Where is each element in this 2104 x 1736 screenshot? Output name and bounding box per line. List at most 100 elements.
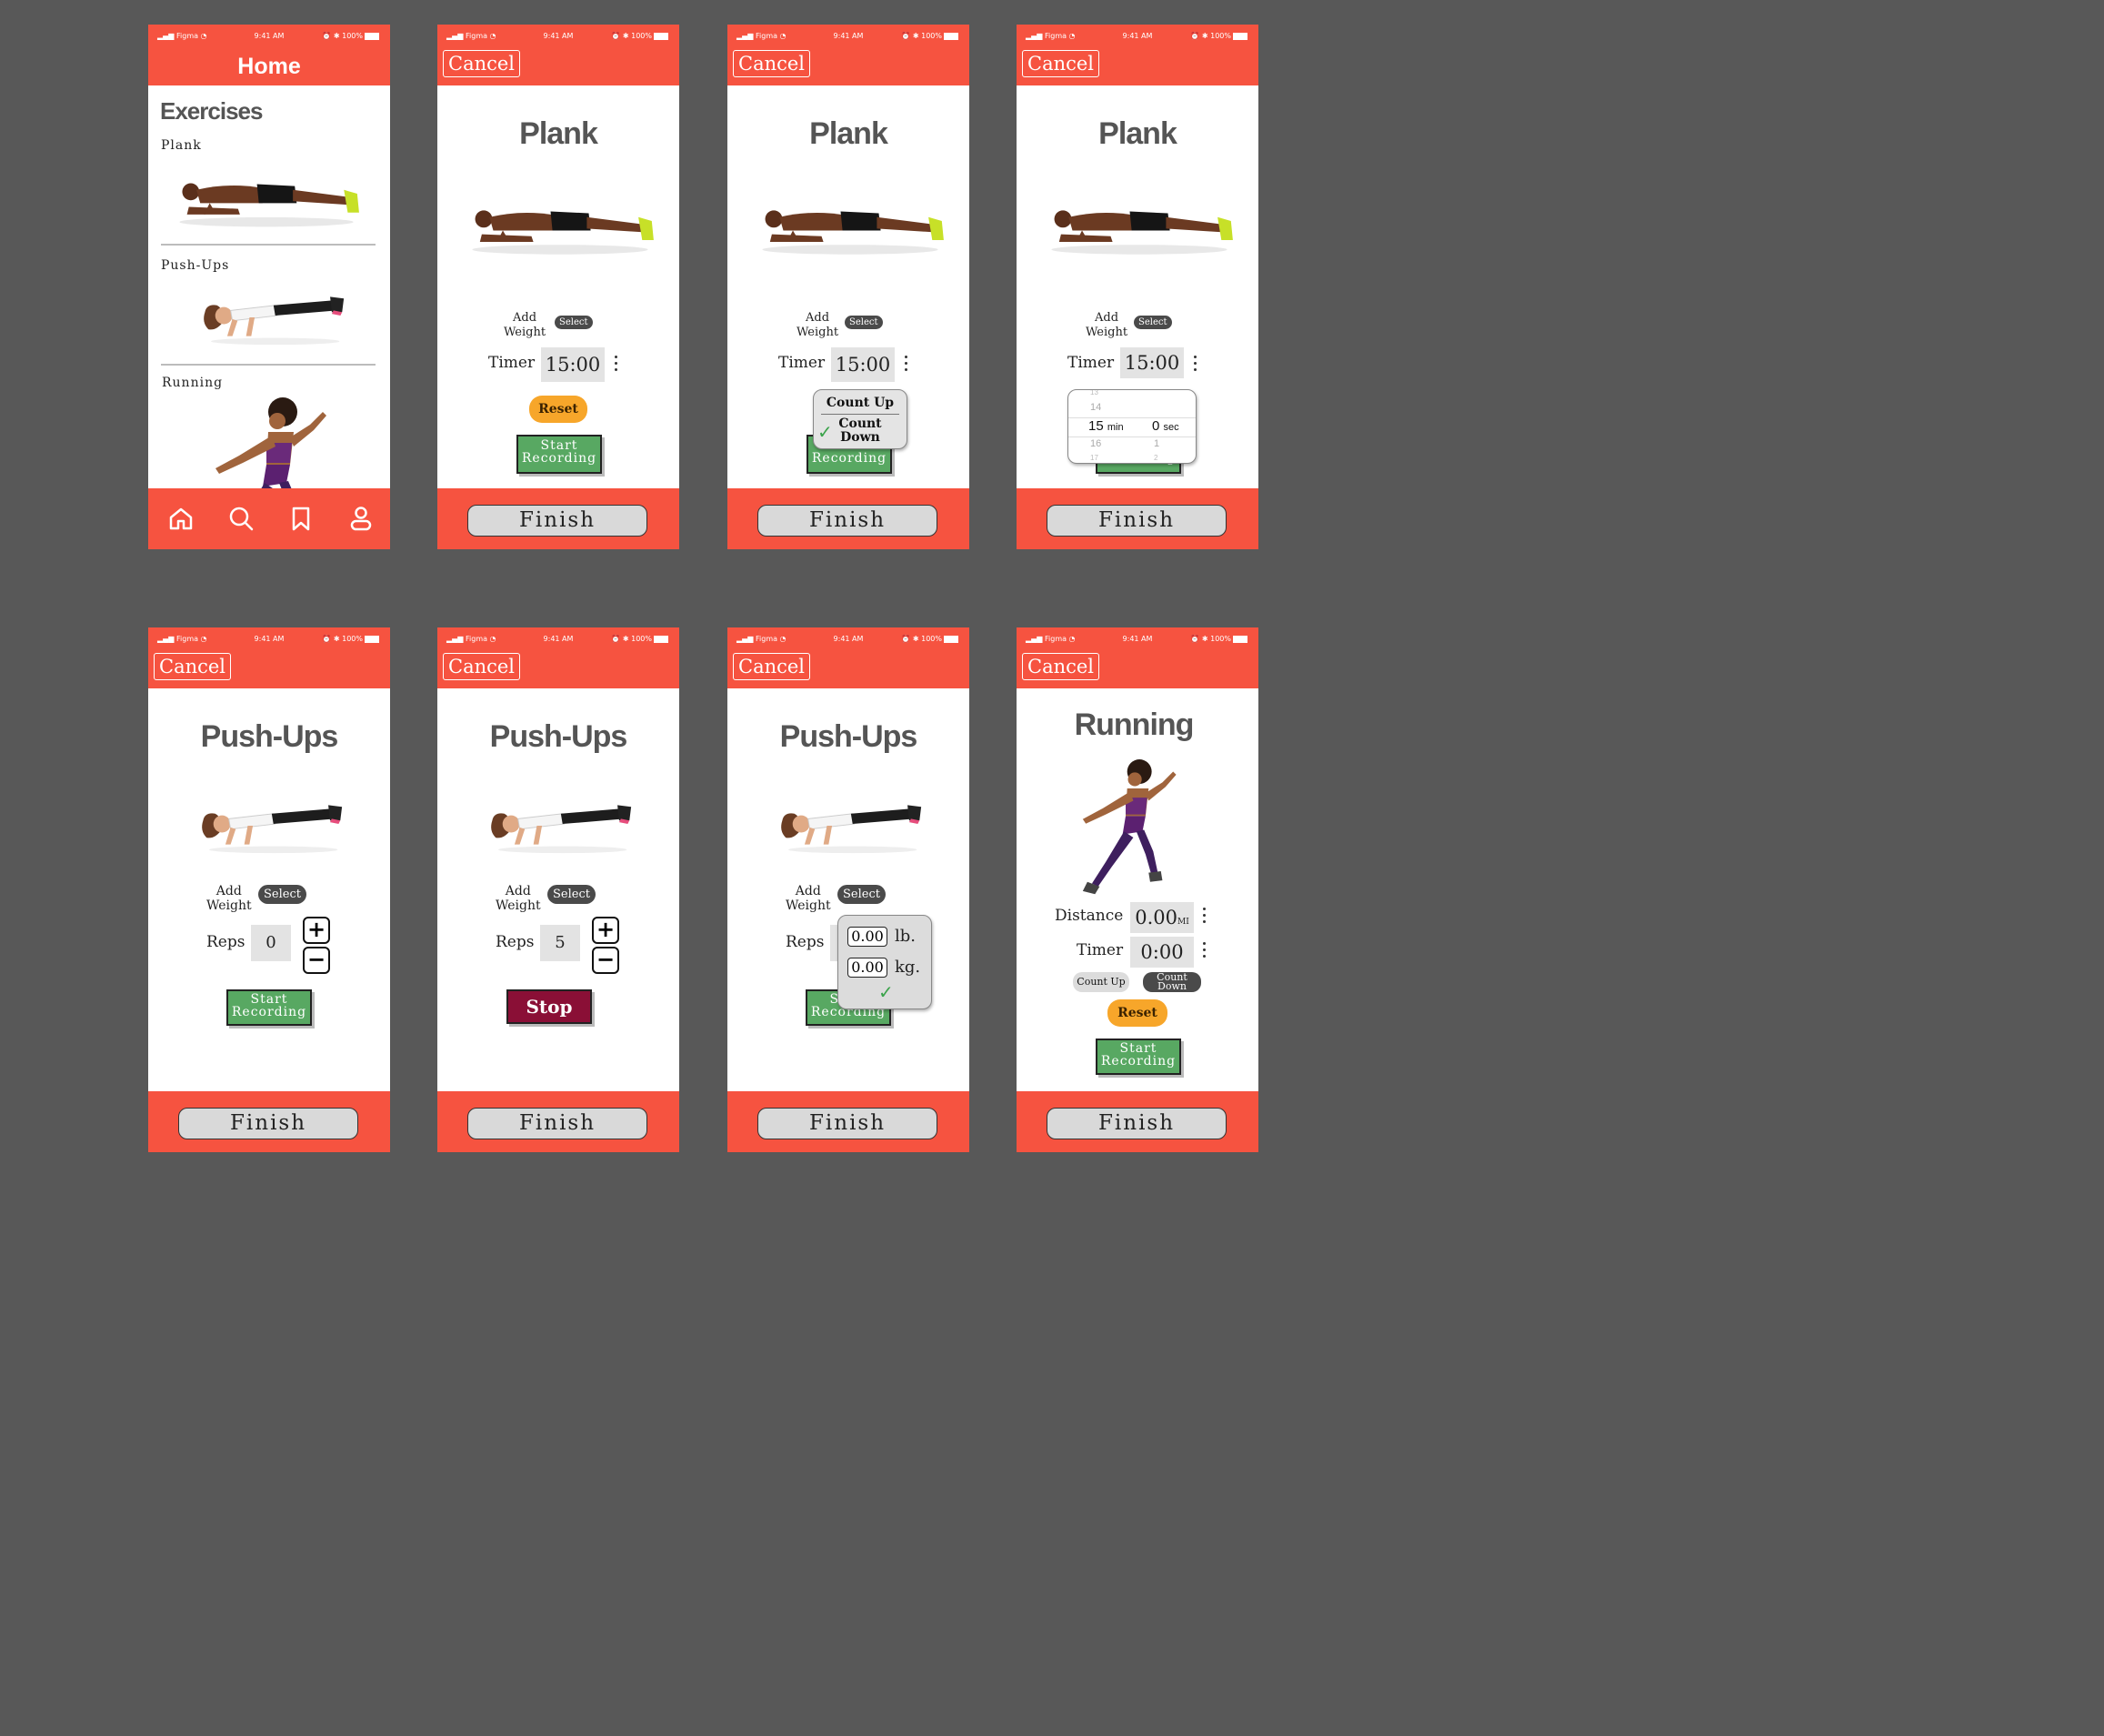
- home-icon[interactable]: [167, 505, 195, 532]
- reps-display[interactable]: 5: [540, 925, 580, 961]
- bottom-bar: Finish: [437, 488, 679, 549]
- timer-label: Timer: [488, 354, 536, 372]
- exercise-title: Plank: [1098, 116, 1177, 151]
- picker-min-14: 14: [1090, 402, 1102, 413]
- reps-display[interactable]: 0: [251, 925, 291, 961]
- cancel-button[interactable]: Cancel: [443, 50, 521, 77]
- page-title: Home: [237, 54, 301, 79]
- running-image[interactable]: [203, 392, 330, 488]
- cancel-button[interactable]: Cancel: [1022, 50, 1100, 77]
- exercise-label-pushups: Push-Ups: [161, 258, 230, 273]
- status-bar: ▂▄▆ Figma ◔ 9:41 AM ⏰ ✱ 100%: [727, 633, 969, 646]
- bookmark-icon[interactable]: [287, 505, 315, 532]
- picker-min-17: 17: [1090, 454, 1098, 462]
- kg-unit: kg.: [895, 958, 921, 977]
- increment-button[interactable]: +: [592, 917, 619, 944]
- plank-image: [465, 188, 656, 256]
- plank-image[interactable]: [172, 161, 361, 228]
- timer-label: Timer: [778, 354, 826, 372]
- timer-display[interactable]: 15:00: [831, 347, 895, 382]
- add-weight-label: Add Weight: [496, 884, 541, 913]
- running-screen: ▂▄▆ Figma ◔ 9:41 AM ⏰ ✱ 100% Cancel Runn…: [1017, 627, 1258, 1152]
- battery-indicator: ⏰ ✱ 100%: [322, 32, 379, 40]
- reps-label: Reps: [786, 933, 825, 951]
- start-recording-button[interactable]: StartRecording: [1096, 1039, 1181, 1075]
- add-weight-label: Add Weight: [1086, 311, 1128, 339]
- kg-input[interactable]: 0.00: [847, 958, 887, 978]
- bottom-bar: Finish: [1017, 1091, 1258, 1152]
- status-bar: ▂▄▆ Figma ◔ 9:41 AM ⏰ ✱ 100%: [1017, 30, 1258, 43]
- finish-button[interactable]: Finish: [757, 1108, 937, 1139]
- count-up-option[interactable]: Count Up: [814, 396, 907, 410]
- pushups-image[interactable]: [194, 286, 348, 346]
- exercise-label-running: Running: [162, 376, 224, 390]
- weight-popup: 0.00 lb. 0.00 kg. ✓: [837, 915, 932, 1009]
- select-weight-button[interactable]: Select: [837, 885, 886, 904]
- distance-display[interactable]: 0.00MI: [1130, 902, 1194, 933]
- finish-button[interactable]: Finish: [757, 505, 937, 537]
- reset-button[interactable]: Reset: [529, 396, 587, 423]
- distance-options-icon[interactable]: [1203, 908, 1207, 927]
- picker-sec-2: 2: [1154, 454, 1158, 462]
- timer-options-icon[interactable]: [905, 356, 908, 375]
- pushups-image: [192, 795, 346, 855]
- select-weight-button[interactable]: Select: [1134, 316, 1172, 329]
- exercise-title: Running: [1074, 707, 1195, 742]
- plank-image: [1044, 188, 1235, 256]
- finish-button[interactable]: Finish: [467, 505, 647, 537]
- timer-display[interactable]: 15:00: [1120, 347, 1184, 378]
- plank-timer-menu-screen: ▂▄▆ Figma ◔ 9:41 AM ⏰ ✱ 100% Cancel Plan…: [727, 25, 969, 549]
- finish-button[interactable]: Finish: [178, 1108, 358, 1139]
- reps-label: Reps: [496, 933, 535, 951]
- time-picker[interactable]: 13 14 15 min 0 sec 16 1 17 2: [1067, 389, 1197, 464]
- timer-options-icon[interactable]: [1194, 356, 1197, 375]
- start-recording-button[interactable]: StartRecording: [226, 989, 312, 1026]
- bottom-bar: Finish: [727, 1091, 969, 1152]
- lb-input[interactable]: 0.00: [847, 927, 887, 947]
- timer-options-icon[interactable]: [615, 356, 618, 375]
- start-recording-button[interactable]: StartRecording: [516, 435, 602, 474]
- pushups-weight-screen: ▂▄▆ Figma ◔ 9:41 AM ⏰ ✱ 100% Cancel Push…: [727, 627, 969, 1152]
- pushups-screen: ▂▄▆ Figma ◔ 9:41 AM ⏰ ✱ 100% Cancel Push…: [148, 627, 390, 1152]
- menu-divider: [821, 414, 899, 415]
- pushups-image: [481, 795, 636, 855]
- add-weight-label: Add Weight: [786, 884, 831, 913]
- finish-button[interactable]: Finish: [467, 1108, 647, 1139]
- count-up-toggle[interactable]: Count Up: [1073, 972, 1129, 992]
- count-down-toggle[interactable]: Count Down: [1143, 972, 1201, 992]
- select-weight-button[interactable]: Select: [547, 885, 596, 904]
- running-image: [1062, 755, 1189, 900]
- cancel-button[interactable]: Cancel: [154, 653, 232, 680]
- finish-button[interactable]: Finish: [1047, 1108, 1227, 1139]
- reps-label: Reps: [206, 933, 245, 951]
- cancel-button[interactable]: Cancel: [1022, 653, 1100, 680]
- bottom-bar: Finish: [148, 1091, 390, 1152]
- finish-button[interactable]: Finish: [1047, 505, 1227, 537]
- decrement-button[interactable]: −: [592, 947, 619, 974]
- select-weight-button[interactable]: Select: [555, 316, 593, 329]
- timer-display[interactable]: 0:00: [1130, 937, 1194, 968]
- timer-display[interactable]: 15:00: [541, 347, 605, 382]
- search-icon[interactable]: [227, 505, 255, 532]
- picker-minutes: 15 min: [1088, 418, 1124, 434]
- status-bar: ▂▄▆ Figma ◔ 9:41 AM ⏰ ✱ 100%: [1017, 633, 1258, 646]
- lb-unit: lb.: [895, 927, 917, 946]
- timer-label: Timer: [1077, 941, 1124, 959]
- bottom-bar: Finish: [727, 488, 969, 549]
- decrement-button[interactable]: −: [303, 947, 330, 974]
- cancel-button[interactable]: Cancel: [733, 653, 811, 680]
- timer-mode-menu: Count Up Count Down ✓: [813, 389, 907, 449]
- profile-icon[interactable]: [347, 505, 375, 532]
- confirm-check-icon[interactable]: ✓: [878, 981, 894, 1003]
- plank-time-picker-screen: ▂▄▆ Figma ◔ 9:41 AM ⏰ ✱ 100% Cancel Plan…: [1017, 25, 1258, 549]
- select-weight-button[interactable]: Select: [258, 885, 306, 904]
- home-screen: ▂▄▆ Figma ◔ 9:41 AM ⏰ ✱ 100% Home Exerci…: [148, 25, 390, 549]
- timer-options-icon[interactable]: [1203, 942, 1207, 961]
- cancel-button[interactable]: Cancel: [443, 653, 521, 680]
- reset-button[interactable]: Reset: [1107, 999, 1167, 1027]
- increment-button[interactable]: +: [303, 917, 330, 944]
- picker-min-13: 13: [1090, 389, 1098, 396]
- cancel-button[interactable]: Cancel: [733, 50, 811, 77]
- stop-button[interactable]: Stop: [506, 989, 592, 1024]
- select-weight-button[interactable]: Select: [845, 316, 883, 329]
